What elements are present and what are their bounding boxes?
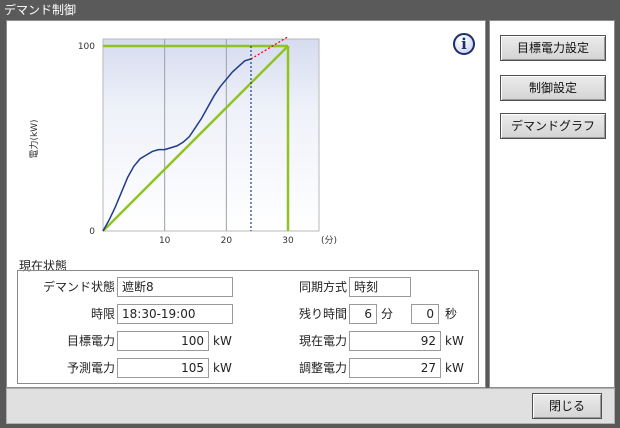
demand-chart: 10 20 30 0 100 電力(kW) (分) (28, 36, 337, 246)
current-power-unit: kW (445, 334, 464, 348)
y-axis-label: 電力(kW) (28, 119, 40, 158)
remaining-time-label: 残り時間 (298, 307, 347, 321)
adjust-power-field: 27 (349, 358, 441, 378)
side-panel: 目標電力設定 制御設定 デマンドグラフ (489, 20, 615, 388)
predicted-power-unit: kW (213, 361, 232, 375)
target-power-field: 100 (117, 331, 209, 351)
sync-mode-label: 同期方式 (298, 280, 347, 294)
predicted-power-label: 予測電力 (66, 361, 115, 375)
current-power-field: 92 (349, 331, 441, 351)
target-power-label: 目標電力 (66, 334, 115, 348)
x-axis-unit: (分) (321, 235, 337, 246)
y-tick-label-100: 100 (78, 42, 95, 52)
info-icon[interactable]: i (453, 33, 475, 55)
current-power-label: 現在電力 (298, 334, 347, 348)
target-power-settings-button[interactable]: 目標電力設定 (500, 35, 606, 61)
sync-mode-field: 時刻 (349, 277, 411, 297)
seconds-unit: 秒 (445, 307, 458, 321)
x-tick-label-20: 20 (221, 236, 233, 246)
bottom-bar: 閉じる (6, 388, 615, 424)
time-slot-label: 時限 (90, 307, 115, 321)
minutes-unit: 分 (381, 307, 394, 321)
close-button[interactable]: 閉じる (532, 393, 602, 419)
time-slot-field: 18:30-19:00 (117, 304, 233, 324)
x-tick-label-30: 30 (282, 236, 294, 246)
demand-state-field: 遮断8 (117, 277, 233, 297)
remaining-seconds-field: 0 (411, 304, 439, 324)
demand-control-window: デマンド制御 10 20 30 0 100 電力(kW) (分) i 現在状態 デマンド… (0, 0, 620, 428)
window-title: デマンド制御 (0, 0, 620, 20)
target-power-unit: kW (213, 334, 232, 348)
main-panel: 10 20 30 0 100 電力(kW) (分) i 現在状態 デマンド状態 遮断8 … (6, 20, 486, 388)
predicted-power-field: 105 (117, 358, 209, 378)
control-settings-button[interactable]: 制御設定 (500, 75, 606, 101)
demand-graph-button[interactable]: デマンドグラフ (500, 113, 606, 139)
x-tick-label-10: 10 (159, 236, 171, 246)
adjust-power-unit: kW (445, 361, 464, 375)
remaining-minutes-field: 6 (349, 304, 377, 324)
y-tick-label-0: 0 (89, 227, 95, 237)
plot-area (102, 38, 320, 232)
adjust-power-label: 調整電力 (298, 361, 347, 375)
demand-state-label: デマンド状態 (42, 280, 115, 294)
